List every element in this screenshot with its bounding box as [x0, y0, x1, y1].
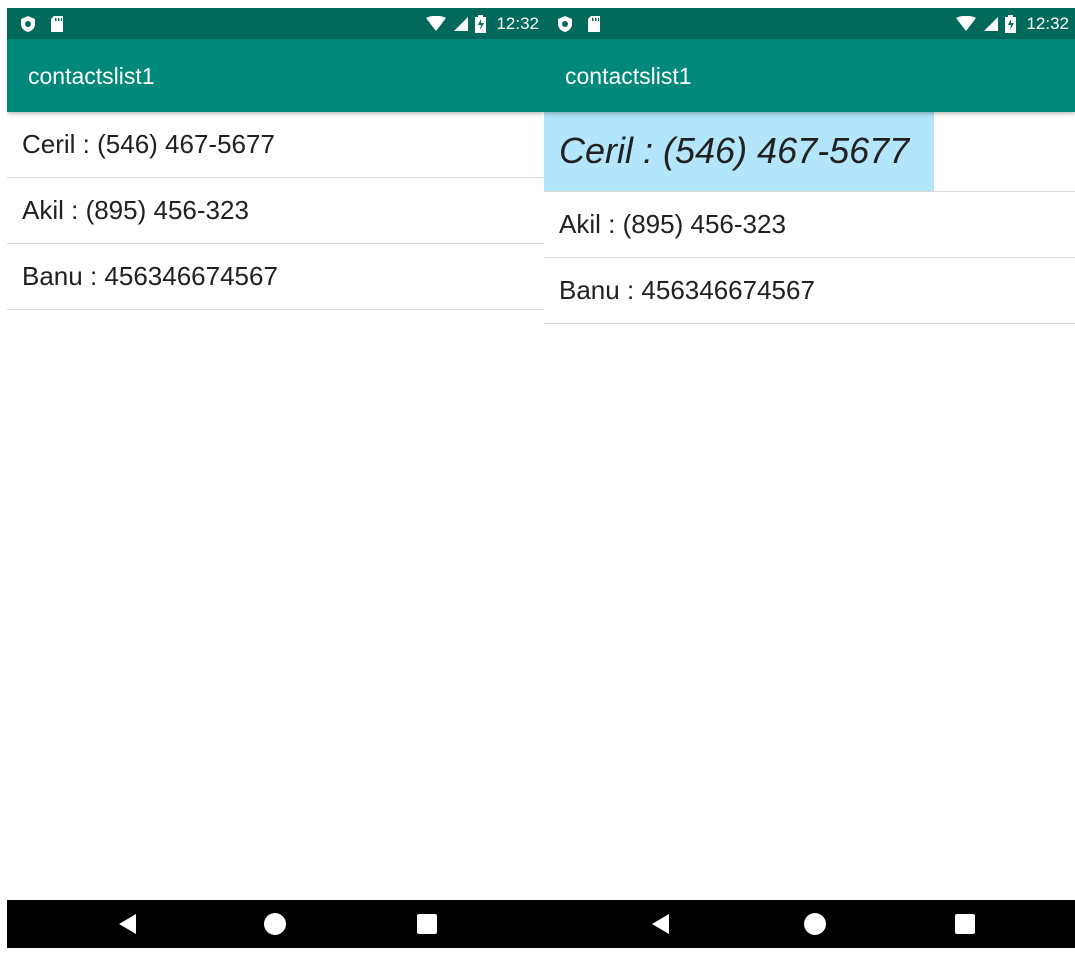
contact-text: Ceril : (546) 467-5677: [22, 129, 275, 159]
sd-card-icon: [51, 15, 63, 32]
navigation-bar: [7, 900, 545, 948]
recents-icon[interactable]: [955, 914, 975, 934]
contact-list: Ceril : (546) 467-5677 Akil : (895) 456-…: [7, 112, 545, 310]
app-bar: contactslist1: [544, 39, 1075, 112]
status-time: 12:32: [1026, 13, 1069, 33]
back-icon[interactable]: [652, 914, 669, 934]
phone-screen-right: 12:32 contactslist1 Ceril : (546) 467-56…: [544, 8, 1075, 948]
list-item[interactable]: Banu : 456346674567: [544, 258, 1075, 324]
phone-screen-left: 12:32 contactslist1 Ceril : (546) 467-56…: [7, 8, 545, 948]
wifi-icon: [956, 15, 977, 31]
back-icon[interactable]: [119, 914, 136, 934]
list-item[interactable]: Ceril : (546) 467-5677: [7, 112, 545, 178]
list-item[interactable]: Akil : (895) 456-323: [7, 178, 545, 244]
status-time: 12:32: [496, 13, 539, 33]
status-bar: 12:32: [544, 8, 1075, 39]
recents-icon[interactable]: [417, 914, 437, 934]
sd-card-icon: [588, 15, 600, 32]
contact-text: Ceril : (546) 467-5677: [559, 130, 910, 171]
contact-text: Banu : 456346674567: [22, 261, 278, 291]
app-title: contactslist1: [28, 63, 155, 89]
home-icon[interactable]: [264, 913, 286, 935]
contact-text: Akil : (895) 456-323: [559, 209, 786, 239]
list-item[interactable]: Akil : (895) 456-323: [544, 192, 1075, 258]
battery-charging-icon: [1005, 14, 1017, 33]
app-title: contactslist1: [565, 63, 692, 89]
list-item-selected[interactable]: Ceril : (546) 467-5677: [544, 112, 1075, 192]
list-item[interactable]: Banu : 456346674567: [7, 244, 545, 310]
contact-list: Ceril : (546) 467-5677 Akil : (895) 456-…: [544, 112, 1075, 324]
contact-text: Akil : (895) 456-323: [22, 195, 249, 225]
battery-charging-icon: [475, 14, 487, 33]
cell-signal-icon: [984, 16, 999, 31]
wifi-icon: [426, 15, 447, 31]
home-icon[interactable]: [804, 913, 826, 935]
status-bar: 12:32: [7, 8, 545, 39]
contact-text: Banu : 456346674567: [559, 275, 815, 305]
app-bar: contactslist1: [7, 39, 545, 112]
shield-icon: [21, 15, 35, 32]
shield-icon: [558, 15, 572, 32]
navigation-bar: [544, 900, 1075, 948]
cell-signal-icon: [454, 16, 469, 31]
